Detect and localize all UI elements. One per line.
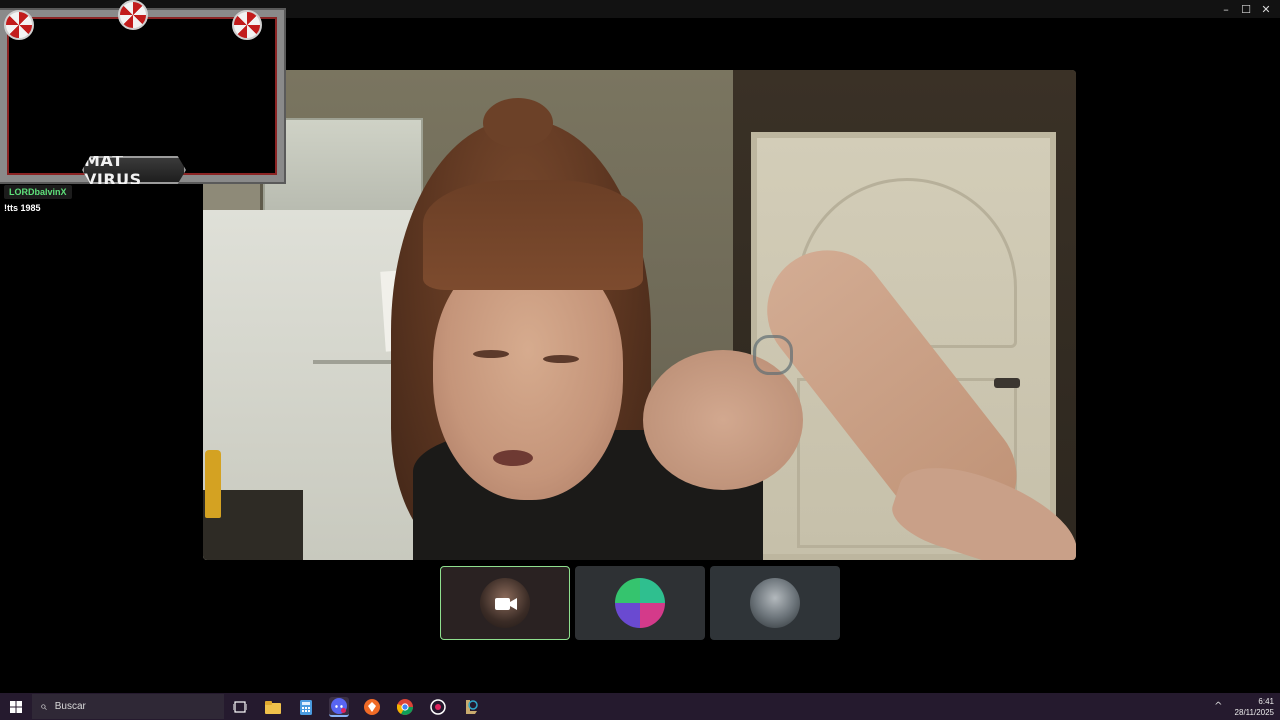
minimize-button[interactable]: – xyxy=(1216,0,1236,18)
close-button[interactable]: ✕ xyxy=(1256,0,1276,18)
taskbar-clock[interactable]: 6:41 28/11/2025 xyxy=(1235,696,1274,718)
system-tray: ^ 6:41 28/11/2025 xyxy=(1214,693,1280,720)
calculator-icon[interactable] xyxy=(296,697,316,717)
streamer-nameplate: MAT VIRUS xyxy=(82,156,186,184)
person-mouth xyxy=(493,450,533,466)
brave-browser-icon[interactable] xyxy=(362,697,382,717)
participant-tile[interactable] xyxy=(575,566,705,640)
maximize-button[interactable]: ☐ xyxy=(1236,0,1256,18)
search-placeholder: Buscar xyxy=(54,701,86,712)
video-bottle xyxy=(205,450,221,518)
video-person xyxy=(383,98,1076,560)
chat-overlay: LORDbalvinX !tts 1985 xyxy=(4,182,204,213)
chat-message: LORDbalvinX !tts 1985 xyxy=(4,182,204,213)
chrome-icon[interactable] xyxy=(395,697,415,717)
app-window: – ☐ ✕ MAT VIRUS LORDbalvinX !tts 1985 ⌕ … xyxy=(0,0,1280,720)
recorder-icon[interactable] xyxy=(428,697,448,717)
camera-icon xyxy=(495,598,517,610)
participant-avatar xyxy=(615,578,665,628)
person-tattoo xyxy=(753,335,793,375)
windows-logo-icon xyxy=(10,700,22,713)
discord-icon[interactable] xyxy=(329,697,349,717)
participant-avatar xyxy=(750,578,800,628)
chat-text: !tts 1985 xyxy=(4,203,41,213)
chat-username: LORDbalvinX xyxy=(4,185,72,199)
frame-inner xyxy=(7,17,277,175)
window-controls: – ☐ ✕ xyxy=(1216,0,1276,18)
file-explorer-icon[interactable] xyxy=(263,697,283,717)
stream-overlay-frame: MAT VIRUS xyxy=(0,0,288,184)
main-video-feed[interactable] xyxy=(203,70,1076,560)
person-eye xyxy=(473,350,509,358)
league-client-icon[interactable] xyxy=(461,697,481,717)
task-view-icon[interactable] xyxy=(230,697,250,717)
start-button[interactable] xyxy=(0,693,32,720)
person-bangs xyxy=(423,180,643,290)
participant-tile-active[interactable] xyxy=(440,566,570,640)
search-icon: ⌕ xyxy=(40,699,47,713)
show-hidden-icons-chevron-icon[interactable]: ^ xyxy=(1214,701,1222,712)
umbrella-logo-icon xyxy=(232,10,262,40)
person-eye xyxy=(543,355,579,363)
participant-tile[interactable] xyxy=(710,566,840,640)
clock-time: 6:41 xyxy=(1258,696,1274,706)
taskbar-search[interactable]: ⌕ Buscar xyxy=(32,694,224,719)
clock-date: 28/11/2025 xyxy=(1234,707,1274,717)
umbrella-logo-icon xyxy=(4,10,34,40)
person-hair-bun xyxy=(483,98,553,148)
taskbar: ⌕ Buscar ^ 6:41 28/11/2025 xyxy=(0,693,1280,720)
umbrella-logo-icon xyxy=(118,0,148,30)
